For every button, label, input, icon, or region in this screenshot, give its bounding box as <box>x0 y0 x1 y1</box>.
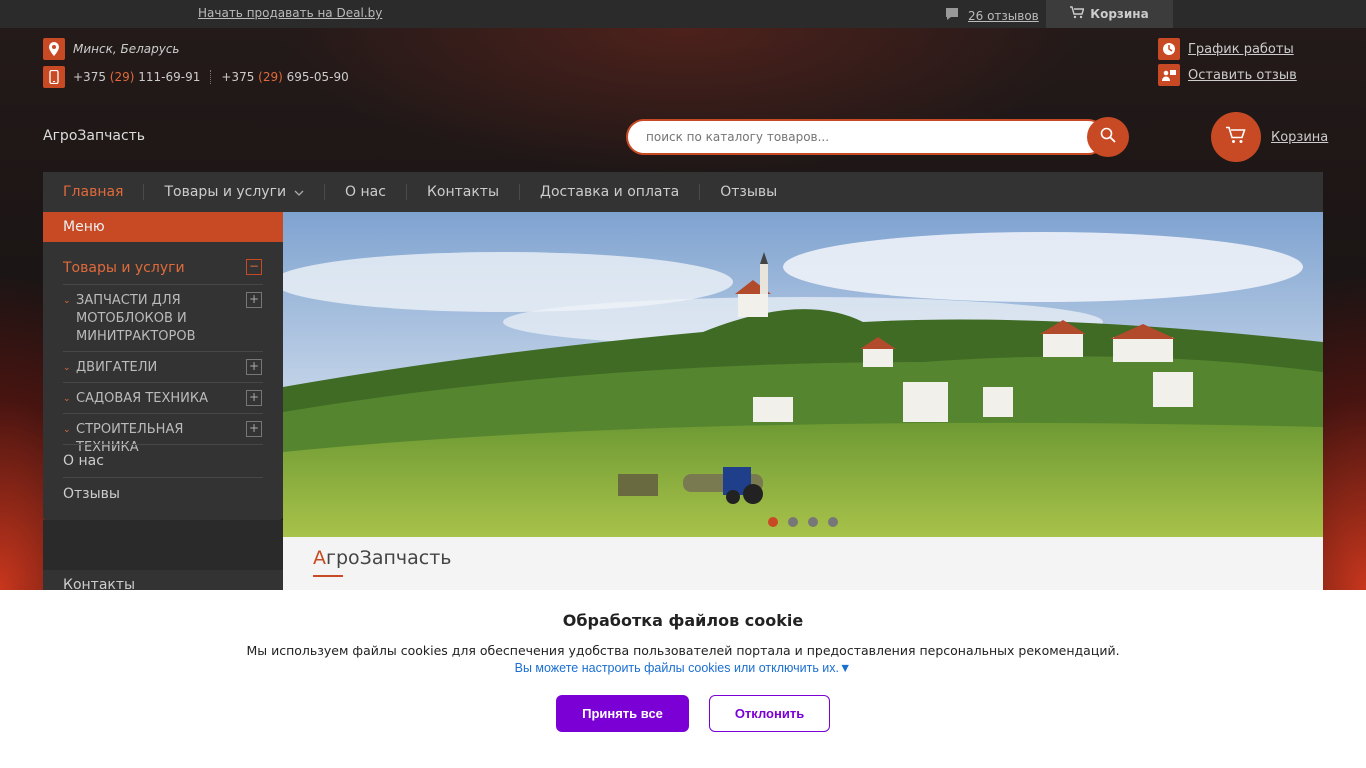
leave-review-link[interactable]: Оставить отзыв <box>1158 64 1297 86</box>
chevron-down-icon <box>294 184 304 200</box>
cart-label[interactable]: Корзина <box>1271 130 1328 145</box>
cookie-title: Обработка файлов cookie <box>562 611 804 630</box>
phone-1[interactable]: +375 (29) 111-69-91 <box>73 70 200 84</box>
phone-2-code: (29) <box>258 70 283 84</box>
sidebar-menu: Меню Товары и услуги − ⌄ ЗАПЧАСТИ ДЛЯ МО… <box>43 212 283 520</box>
phone-separator <box>210 70 212 84</box>
page-title-rest: гроЗапчасть <box>326 547 452 569</box>
sidebar-section-products[interactable]: Товары и услуги <box>63 260 263 276</box>
top-bar: Начать продавать на Deal.by 26 отзывов К… <box>0 0 1366 28</box>
main-nav: Главная Товары и услуги О нас Контакты Д… <box>43 172 1323 212</box>
phone-2-prefix: +375 <box>221 70 255 84</box>
map-pin-icon <box>43 38 65 60</box>
phone-1-code: (29) <box>109 70 135 84</box>
sidebar-divider <box>63 477 263 478</box>
sidebar-divider <box>63 351 263 352</box>
slider-dot[interactable] <box>768 517 778 527</box>
decline-button[interactable]: Отклонить <box>709 695 830 732</box>
nav-item-label: Доставка и оплата <box>540 184 680 200</box>
phone-1-prefix: +375 <box>73 70 106 84</box>
nav-item-delivery[interactable]: Доставка и оплата <box>520 184 701 200</box>
nav-item-label: Отзывы <box>720 184 778 200</box>
chevron-down-icon: ⌄ <box>63 296 71 306</box>
hero-slider[interactable] <box>283 212 1323 537</box>
nav-item-reviews[interactable]: Отзывы <box>700 184 797 200</box>
expand-button[interactable]: + <box>246 390 262 406</box>
schedule-link[interactable]: График работы <box>1158 38 1297 60</box>
comment-icon <box>944 6 960 25</box>
slider-dot[interactable] <box>808 517 818 527</box>
cookie-text: Мы используем файлы cookies для обеспече… <box>246 643 1120 658</box>
phones: +375 (29) 111-69-91 +375 (29) 695-05-90 <box>43 66 349 88</box>
main-content: АгроЗапчасть <box>283 537 1323 597</box>
search-input[interactable] <box>626 119 1106 155</box>
phone-1-number: 111-69-91 <box>138 70 201 84</box>
cookie-settings-link[interactable]: Вы можете настроить файлы cookies или от… <box>0 661 1366 675</box>
nav-item-contacts[interactable]: Контакты <box>407 184 521 200</box>
phone-icon <box>43 66 65 88</box>
site-brand[interactable]: АгроЗапчасть <box>43 128 145 144</box>
search-icon <box>1100 127 1116 147</box>
start-selling-link[interactable]: Начать продавать на Deal.by <box>198 6 382 20</box>
sidebar-item-reviews[interactable]: Отзывы <box>63 486 120 502</box>
nav-item-home[interactable]: Главная <box>43 184 145 200</box>
reviews-link-label: 26 отзывов <box>968 8 1039 23</box>
page-title: АгроЗапчасть <box>313 547 452 569</box>
chevron-down-icon: ⌄ <box>63 363 71 373</box>
nav-item-label: Товары и услуги <box>164 184 287 200</box>
cart-icon <box>1070 6 1085 22</box>
search-button[interactable] <box>1087 117 1129 157</box>
sidebar-item-label: ЗАПЧАСТИ ДЛЯ МОТОБЛОКОВ И МИНИТРАКТОРОВ <box>76 293 196 344</box>
chevron-down-icon: ⌄ <box>63 394 71 404</box>
cart-icon <box>1226 126 1246 148</box>
sidebar-divider <box>63 444 263 445</box>
clock-icon <box>1158 38 1180 60</box>
sidebar-divider <box>63 413 263 414</box>
nav-item-label: Главная <box>63 184 124 200</box>
sidebar-divider <box>63 284 263 285</box>
search-bar <box>626 117 1130 157</box>
slider-dot[interactable] <box>788 517 798 527</box>
top-cart-button[interactable]: Корзина <box>1046 0 1173 28</box>
page-title-first-letter: А <box>313 547 326 569</box>
cart-button[interactable] <box>1211 112 1261 162</box>
cookie-banner: Обработка файлов cookie Мы используем фа… <box>0 590 1366 768</box>
slider-dots <box>768 517 838 527</box>
schedule-link-label: График работы <box>1188 41 1294 57</box>
expand-button[interactable]: + <box>246 421 262 437</box>
collapse-button[interactable]: − <box>246 259 262 275</box>
nav-item-label: О нас <box>345 184 386 200</box>
location-text: Минск, Беларусь <box>73 42 180 56</box>
top-cart-label: Корзина <box>1090 7 1149 21</box>
chevron-down-icon: ⌄ <box>63 425 71 435</box>
nav-item-about[interactable]: О нас <box>325 184 407 200</box>
accept-all-button[interactable]: Принять все <box>556 695 689 732</box>
review-icon <box>1158 64 1180 86</box>
sidebar-item-label: САДОВАЯ ТЕХНИКА <box>76 391 209 406</box>
leave-review-link-label: Оставить отзыв <box>1188 67 1297 83</box>
sidebar-divider <box>63 382 263 383</box>
phone-2-number: 695-05-90 <box>286 70 349 84</box>
slider-dot[interactable] <box>828 517 838 527</box>
header-links: График работы Оставить отзыв <box>1158 38 1297 90</box>
sidebar-item-label: ДВИГАТЕЛИ <box>76 360 158 375</box>
landscape-image <box>283 212 1323 537</box>
nav-item-products[interactable]: Товары и услуги <box>144 184 326 200</box>
expand-button[interactable]: + <box>246 359 262 375</box>
expand-button[interactable]: + <box>246 292 262 308</box>
sidebar-title: Меню <box>43 212 283 242</box>
sidebar-item-label: СТРОИТЕЛЬНАЯ ТЕХНИКА <box>76 422 184 455</box>
title-underline <box>313 575 343 577</box>
cart[interactable]: Корзина <box>1211 112 1328 162</box>
sidebar-item-parts[interactable]: ⌄ ЗАПЧАСТИ ДЛЯ МОТОБЛОКОВ И МИНИТРАКТОРО… <box>63 292 263 346</box>
phone-2[interactable]: +375 (29) 695-05-90 <box>221 70 348 84</box>
reviews-link[interactable]: 26 отзывов <box>944 6 1039 25</box>
sidebar-gap <box>43 520 283 570</box>
location: Минск, Беларусь <box>43 38 180 60</box>
nav-item-label: Контакты <box>426 184 500 200</box>
sidebar-item-about[interactable]: О нас <box>63 453 104 469</box>
